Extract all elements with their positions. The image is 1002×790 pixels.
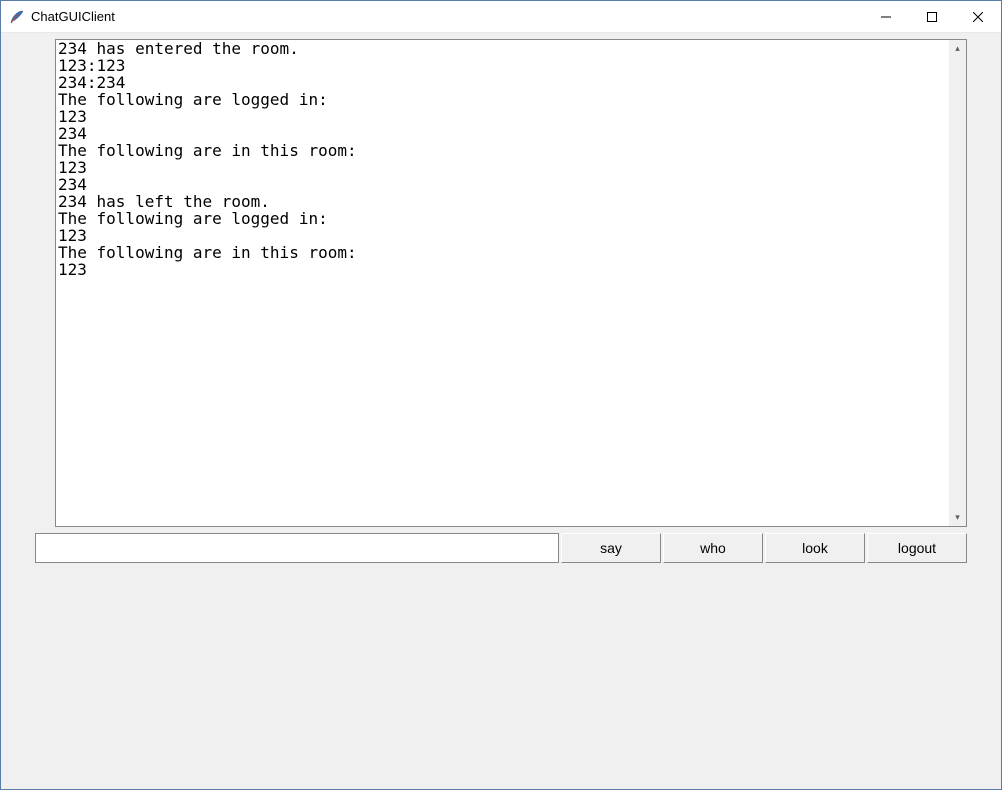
message-input[interactable] xyxy=(35,533,559,563)
logout-button[interactable]: logout xyxy=(867,533,967,563)
chat-log-wrapper: 234 has entered the room. 123:123 234:23… xyxy=(55,39,967,527)
scrollbar[interactable]: ▴ ▾ xyxy=(949,40,966,526)
maximize-button[interactable] xyxy=(909,1,955,32)
input-row: say who look logout xyxy=(35,533,967,563)
look-button[interactable]: look xyxy=(765,533,865,563)
window-title: ChatGUIClient xyxy=(31,9,863,24)
minimize-button[interactable] xyxy=(863,1,909,32)
say-button[interactable]: say xyxy=(561,533,661,563)
who-button[interactable]: who xyxy=(663,533,763,563)
empty-area xyxy=(5,563,997,785)
scroll-up-icon[interactable]: ▴ xyxy=(949,40,966,57)
scroll-down-icon[interactable]: ▾ xyxy=(949,509,966,526)
close-button[interactable] xyxy=(955,1,1001,32)
client-area: 234 has entered the room. 123:123 234:23… xyxy=(1,33,1001,789)
window-controls xyxy=(863,1,1001,32)
titlebar: ChatGUIClient xyxy=(1,1,1001,33)
feather-icon xyxy=(9,9,25,25)
app-window: ChatGUIClient 234 has entered the room. … xyxy=(0,0,1002,790)
chat-log: 234 has entered the room. 123:123 234:23… xyxy=(56,40,949,526)
